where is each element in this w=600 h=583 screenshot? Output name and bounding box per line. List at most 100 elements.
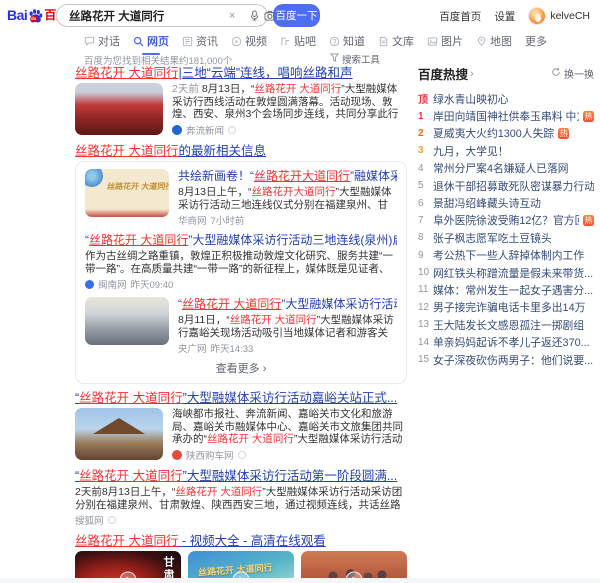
result-item: 丝路花开 大道同行|三地“云端”连线，唱响丝路和声 2天前8月13日，“丝路花开… [75, 66, 407, 137]
result-thumbnail[interactable] [75, 83, 163, 135]
source-favicon [172, 450, 182, 460]
results-column: 丝路花开 大道同行|三地“云端”连线，唱响丝路和声 2天前8月13日，“丝路花开… [75, 66, 407, 583]
hot-item[interactable]: 13王大陆发长文感恩孤注一掷剧组 [418, 316, 594, 333]
hot-item[interactable]: 6景甜冯绍峰藏头诗互动 [418, 194, 594, 211]
view-more-link[interactable]: 查看更多 › [85, 357, 397, 378]
search-button[interactable]: 百度一下 [273, 4, 320, 27]
tab-more[interactable]: 更多 [525, 33, 547, 53]
hot-badge: 热 [583, 111, 594, 122]
tab-video[interactable]: 视频 [231, 33, 267, 53]
video-icon [231, 36, 242, 47]
hot-item[interactable]: 2夏威夷大火约1300人失踪热 [418, 125, 594, 142]
source-menu-icon[interactable] [238, 451, 246, 459]
hot-item[interactable]: 15女子深夜砍伤两男子：他们说要... [418, 351, 594, 368]
tab-web[interactable]: 网页 [133, 33, 169, 53]
hot-item[interactable]: 5退休干部招募敢死队密谋暴力行动 [418, 177, 594, 194]
result-source[interactable]: 搜狐网 [75, 513, 407, 527]
result-snippet: 2天前8月13日上午，“丝路花开 大道同行”大型融媒体采访行活动采访团分别在福建… [75, 486, 407, 511]
refresh-button[interactable]: 换一换 [551, 66, 594, 81]
news-section-title[interactable]: 丝路花开 大道同行的最新相关信息 [75, 144, 407, 158]
header-right: 百度首页 设置 kelveCH [439, 7, 590, 25]
news-source[interactable]: 央广网昨天14:33 [178, 341, 397, 355]
news-snippet: 8月11日，“丝路花开 大道同行”大型融媒体采访行嘉峪关现场活动吸引当地媒体记者… [178, 314, 397, 339]
header: Bai du 百度 × [0, 0, 600, 32]
tab-image[interactable]: 图片 [427, 33, 463, 53]
know-icon [329, 36, 340, 47]
hot-item[interactable]: 4常州分尸案4名嫌疑人已落网 [418, 160, 594, 177]
svg-text:du: du [31, 16, 37, 21]
user-account[interactable]: kelveCH [528, 7, 590, 25]
logo-text-bai: Bai [7, 7, 27, 23]
result-title[interactable]: 丝路花开 大道同行|三地“云端”连线，唱响丝路和声 [75, 66, 407, 80]
hot-badge: 热 [558, 128, 569, 139]
tab-tieba[interactable]: 贴吧 [280, 33, 316, 53]
news-item: “丝路花开 大道同行”大型融媒体采访行活动三地连线(泉州)启动 作为古丝绸之路重… [85, 233, 397, 291]
result-item: “丝路花开 大道同行”大型融媒体采访行活动嘉峪关站正式... 海峡都市报社、奔流… [75, 391, 407, 462]
hot-item[interactable]: 3九月，大学见！ [418, 142, 594, 159]
tab-news[interactable]: 资讯 [182, 33, 218, 53]
page-bottom-strip [0, 578, 600, 583]
source-favicon [172, 125, 182, 135]
source-menu-icon[interactable] [228, 126, 236, 134]
avatar[interactable] [528, 7, 546, 25]
baidu-search-page: Bai du 百度 × [0, 0, 600, 583]
settings-link[interactable]: 设置 [494, 9, 515, 24]
hot-item[interactable]: 9考公热下一些人辞掉体制内工作 [418, 247, 594, 264]
result-snippet: 海峡都市报社、奔流新闻、嘉峪关市文化和旅游局、嘉峪关市融媒体中心、嘉峪关市文旅集… [172, 408, 407, 446]
search-input[interactable] [69, 10, 224, 22]
news-item: “丝路花开 大道同行”大型融媒体采访行活动第一阶... 8月11日，“丝路花开 … [85, 297, 397, 355]
news-title[interactable]: “丝路花开 大道同行”大型融媒体采访行活动第一阶... [178, 297, 397, 311]
news-snippet: 作为古丝绸之路重镇，敦煌正积极推动敦煌文化研究、服务共建“一带一路”。在高质量共… [85, 250, 397, 275]
tab-zhidao[interactable]: 知道 [329, 33, 365, 53]
hot-item[interactable]: 顶绿水青山映初心 [418, 90, 594, 107]
news-title[interactable]: “丝路花开 大道同行”大型融媒体采访行活动三地连线(泉州)启动 [85, 233, 397, 247]
news-item: 丝路花开 大道同行 共绘新画卷！“丝路花开大道同行”融媒体采访行三地... 8月… [85, 169, 397, 227]
news-thumbnail[interactable]: 丝路花开 大道同行 [85, 169, 169, 217]
hot-search-panel: 百度热搜› 换一换 顶绿水青山映初心 1岸田向靖国神社供奉玉串料 中方...热 … [418, 64, 594, 368]
results-count: 百度为您找到相关结果约181,000个 [84, 53, 232, 67]
hot-item[interactable]: 8张子枫志愿军吃土豆镜头 [418, 229, 594, 246]
funnel-icon [330, 53, 339, 65]
news-icon [182, 36, 193, 47]
hot-item[interactable]: 11媒体：常州发生一起女子遇害分... [418, 281, 594, 298]
result-title[interactable]: “丝路花开 大道同行”大型融媒体采访行活动嘉峪关站正式... [75, 391, 407, 405]
hot-item[interactable]: 12男子接完诈骗电话卡里多出14万 [418, 299, 594, 316]
result-title[interactable]: “丝路花开 大道同行”大型融媒体采访行活动第一阶段圆满... [75, 469, 407, 483]
doc-icon [378, 36, 389, 47]
source-favicon [85, 280, 94, 289]
result-snippet: 2天前8月13日，“丝路花开 大道同行”大型融媒体采访行西线活动在敦煌圆满落幕。… [172, 83, 407, 121]
chevron-right-icon: › [470, 68, 474, 80]
search-tabs: 对话 网页 资讯 视频 贴吧 知道 文库 图片 [84, 33, 547, 53]
news-source[interactable]: 华商网7小时前 [178, 213, 397, 227]
result-source[interactable]: 陕西购车网 [172, 448, 407, 462]
chat-icon [84, 36, 95, 47]
result-thumbnail[interactable] [75, 408, 163, 460]
hot-item[interactable]: 10网红铁头称蹭流量是假未来带货... [418, 264, 594, 281]
search-icon [133, 36, 144, 47]
hot-item[interactable]: 14单亲妈妈起诉不孝儿子返还370... [418, 333, 594, 350]
hot-badge: 热 [583, 215, 594, 226]
news-thumbnail[interactable] [85, 297, 169, 345]
clear-icon[interactable]: × [229, 10, 235, 22]
search-tools[interactable]: 搜索工具 [330, 52, 380, 66]
tab-map[interactable]: 地图 [476, 33, 512, 53]
hot-item[interactable]: 1岸田向靖国神社供奉玉串料 中方...热 [418, 107, 594, 124]
news-source[interactable]: 闽南网昨天09:40 [85, 277, 397, 291]
search-box[interactable]: × [56, 4, 268, 27]
news-title[interactable]: 共绘新画卷！“丝路花开大道同行”融媒体采访行三地... [178, 169, 397, 183]
result-source[interactable]: 奔流新闻 [172, 123, 407, 137]
hot-search-title[interactable]: 百度热搜› [418, 64, 474, 83]
tieba-icon [280, 36, 291, 47]
tab-chat[interactable]: 对话 [84, 33, 120, 53]
video-section-title[interactable]: 丝路花开 大道同行 - 视频大全 - 高清在线观看 [75, 534, 407, 548]
username: kelveCH [550, 10, 590, 22]
microphone-icon[interactable] [249, 10, 260, 21]
baidu-paw-icon: du [28, 8, 43, 23]
baidu-home-link[interactable]: 百度首页 [439, 9, 481, 24]
source-menu-icon[interactable] [108, 516, 116, 524]
tab-wenku[interactable]: 文库 [378, 33, 414, 53]
image-icon [427, 36, 438, 47]
refresh-icon [551, 67, 561, 80]
news-card: 丝路花开 大道同行 共绘新画卷！“丝路花开大道同行”融媒体采访行三地... 8月… [75, 161, 407, 384]
hot-item[interactable]: 7阜外医院徐波受贿12亿？官方回应热 [418, 212, 594, 229]
